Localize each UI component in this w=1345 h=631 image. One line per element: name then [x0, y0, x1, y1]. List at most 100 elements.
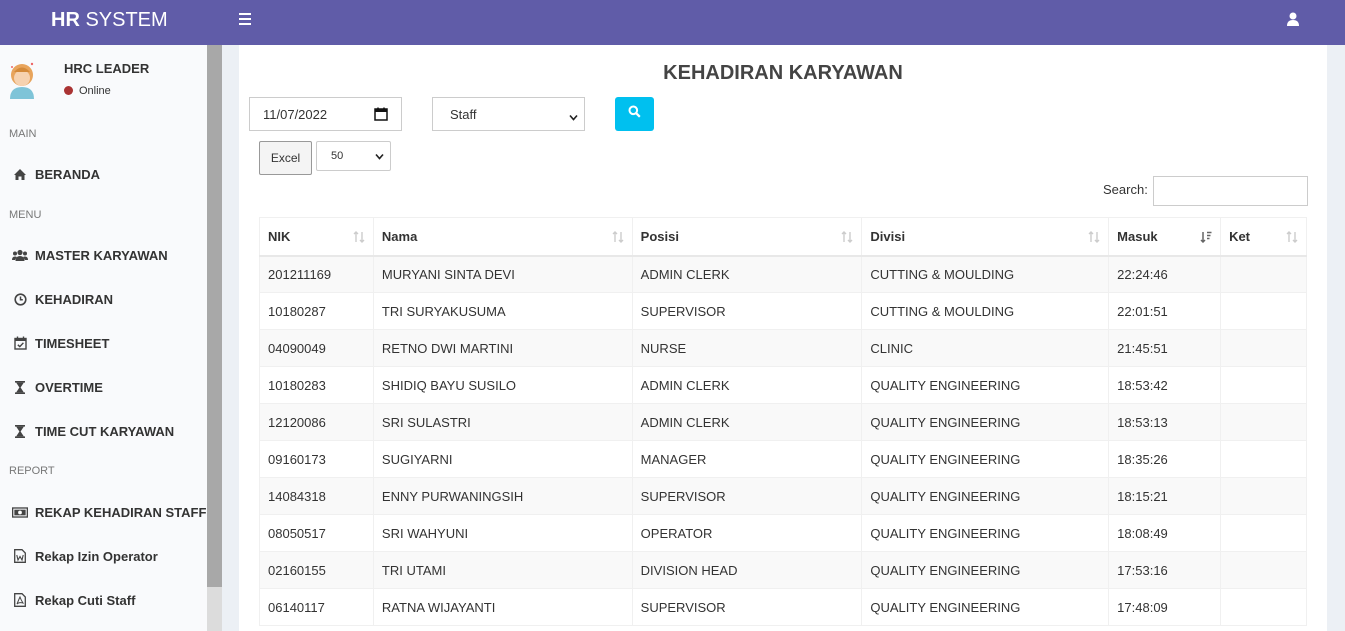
- sidebar-item-rekap-cuti-staff[interactable]: Rekap Cuti Staff: [0, 580, 207, 620]
- cell-nama: MURYANI SINTA DEVI: [372, 255, 633, 293]
- cell-masuk: 18:08:49: [1108, 514, 1222, 552]
- column-header-masuk[interactable]: Masuk: [1108, 217, 1222, 257]
- cell-divisi: CUTTING & MOULDING: [861, 255, 1110, 293]
- cell-posisi: MANAGER: [631, 440, 863, 478]
- cell-masuk: 18:53:13: [1108, 403, 1222, 441]
- date-input[interactable]: 11/07/2022: [249, 97, 402, 131]
- status-dot-icon: [64, 86, 73, 95]
- chevron-down-icon: [375, 152, 384, 161]
- menu-toggle-icon[interactable]: [236, 10, 254, 30]
- cell-divisi: CUTTING & MOULDING: [861, 292, 1110, 330]
- cell-nama: RATNA WIJAYANTI: [372, 588, 633, 626]
- page-length-select[interactable]: 50: [316, 141, 391, 171]
- cell-nik: 08050517: [259, 514, 374, 552]
- home-icon: [12, 166, 28, 182]
- cell-ket: [1220, 551, 1307, 589]
- section-main-header: MAIN: [9, 128, 37, 140]
- avatar: [6, 59, 38, 99]
- sort-icon: [841, 231, 853, 243]
- cell-posisi: SUPERVISOR: [631, 292, 863, 330]
- column-header-posisi[interactable]: Posisi: [631, 217, 863, 257]
- cell-divisi: QUALITY ENGINEERING: [861, 366, 1110, 404]
- column-header-nama[interactable]: Nama: [372, 217, 633, 257]
- sidebar-scrollbar[interactable]: [207, 45, 222, 631]
- user-name: HRC LEADER: [64, 61, 150, 76]
- cell-nama: RETNO DWI MARTINI: [372, 329, 633, 367]
- money-icon: [12, 504, 28, 520]
- section-report-header: REPORT: [9, 465, 55, 477]
- chevron-down-icon: [569, 110, 578, 121]
- cell-divisi: QUALITY ENGINEERING: [861, 403, 1110, 441]
- hourglass-icon: [12, 379, 28, 395]
- cell-ket: [1220, 514, 1307, 552]
- cell-nama: SRI WAHYUNI: [372, 514, 633, 552]
- sidebar-item-beranda[interactable]: BERANDA: [0, 154, 207, 194]
- cell-nama: ENNY PURWANINGSIH: [372, 477, 633, 515]
- sidebar-item-kehadiran[interactable]: KEHADIRAN: [0, 279, 207, 319]
- main-content: KEHADIRAN KARYAWAN 11/07/2022 Staff Exce…: [239, 45, 1327, 631]
- excel-export-button[interactable]: Excel: [259, 141, 312, 175]
- user-status: Online: [64, 85, 111, 97]
- category-select[interactable]: Staff: [432, 97, 585, 131]
- column-header-ket[interactable]: Ket: [1220, 217, 1307, 257]
- page-title: KEHADIRAN KARYAWAN: [663, 62, 903, 84]
- cell-nik: 14084318: [259, 477, 374, 515]
- sidebar-item-timesheet[interactable]: TIMESHEET: [0, 323, 207, 363]
- cell-masuk: 18:15:21: [1108, 477, 1222, 515]
- table-row: 201211169 MURYANI SINTA DEVI ADMIN CLERK CU…: [259, 255, 1307, 293]
- cell-nik: 06140117: [259, 588, 374, 626]
- sidebar: HRC LEADER Online MAIN BERANDA MENU MAST…: [0, 45, 207, 631]
- sidebar-item-rekap-kehadiran-staff[interactable]: REKAP KEHADIRAN STAFF: [0, 492, 207, 532]
- cell-nik: 201211169: [259, 255, 374, 293]
- cell-ket: [1220, 440, 1307, 478]
- cell-nik: 10180283: [259, 366, 374, 404]
- cell-nik: 04090049: [259, 329, 374, 367]
- cell-masuk: 17:53:16: [1108, 551, 1222, 589]
- cell-masuk: 22:01:51: [1108, 292, 1222, 330]
- clock-icon: [12, 291, 28, 307]
- sidebar-item-overtime[interactable]: OVERTIME: [0, 367, 207, 407]
- cell-nama: SUGIYARNI: [372, 440, 633, 478]
- cell-ket: [1220, 588, 1307, 626]
- cell-nik: 12120086: [259, 403, 374, 441]
- app-logo[interactable]: HR SYSTEM: [0, 0, 222, 45]
- cell-masuk: 21:45:51: [1108, 329, 1222, 367]
- column-header-divisi[interactable]: Divisi: [861, 217, 1110, 257]
- scrollbar-thumb[interactable]: [207, 45, 222, 587]
- cell-nama: SRI SULASTRI: [372, 403, 633, 441]
- user-icon[interactable]: [1284, 11, 1302, 29]
- sidebar-item-rekap-izin-operator[interactable]: Rekap Izin Operator: [0, 536, 207, 576]
- sort-icon: [353, 231, 365, 243]
- calendar-check-icon: [12, 335, 28, 351]
- search-button[interactable]: [615, 97, 654, 131]
- page-scroll-gutter: [1327, 45, 1345, 631]
- cell-posisi: SUPERVISOR: [631, 477, 863, 515]
- sort-icon: [1286, 231, 1298, 243]
- table-row: 04090049 RETNO DWI MARTINI NURSE CLINIC 21:4…: [259, 329, 1307, 367]
- hourglass-icon: [12, 423, 28, 439]
- table-row: 12120086 SRI SULASTRI ADMIN CLERK QUALITY E…: [259, 403, 1307, 441]
- cell-ket: [1220, 366, 1307, 404]
- cell-divisi: QUALITY ENGINEERING: [861, 588, 1110, 626]
- file-word-icon: [12, 548, 28, 564]
- cell-divisi: QUALITY ENGINEERING: [861, 551, 1110, 589]
- cell-nama: TRI SURYAKUSUMA: [372, 292, 633, 330]
- search-input[interactable]: [1153, 176, 1308, 206]
- cell-posisi: OPERATOR: [631, 514, 863, 552]
- top-navbar: HR SYSTEM: [0, 0, 1345, 45]
- cell-masuk: 18:35:26: [1108, 440, 1222, 478]
- file-pdf-icon: [12, 592, 28, 608]
- sidebar-item-master-karyawan[interactable]: MASTER KARYAWAN: [0, 235, 207, 275]
- users-icon: [12, 247, 28, 263]
- cell-posisi: DIVISION HEAD: [631, 551, 863, 589]
- column-header-nik[interactable]: NIK: [259, 217, 374, 257]
- cell-masuk: 17:48:09: [1108, 588, 1222, 626]
- sort-desc-icon: [1200, 231, 1212, 244]
- cell-posisi: ADMIN CLERK: [631, 255, 863, 293]
- table-row: 02160155 TRI UTAMI DIVISION HEAD QUALITY EN…: [259, 551, 1307, 589]
- attendance-table: NIK Nama Posisi Divisi Masuk Ket 2012111…: [259, 217, 1307, 626]
- cell-nama: SHIDIQ BAYU SUSILO: [372, 366, 633, 404]
- sidebar-item-time-cut-karyawan[interactable]: TIME CUT KARYAWAN: [0, 411, 207, 451]
- table-row: 09160173 SUGIYARNI MANAGER QUALITY ENGINEER…: [259, 440, 1307, 478]
- calendar-icon[interactable]: [374, 107, 388, 121]
